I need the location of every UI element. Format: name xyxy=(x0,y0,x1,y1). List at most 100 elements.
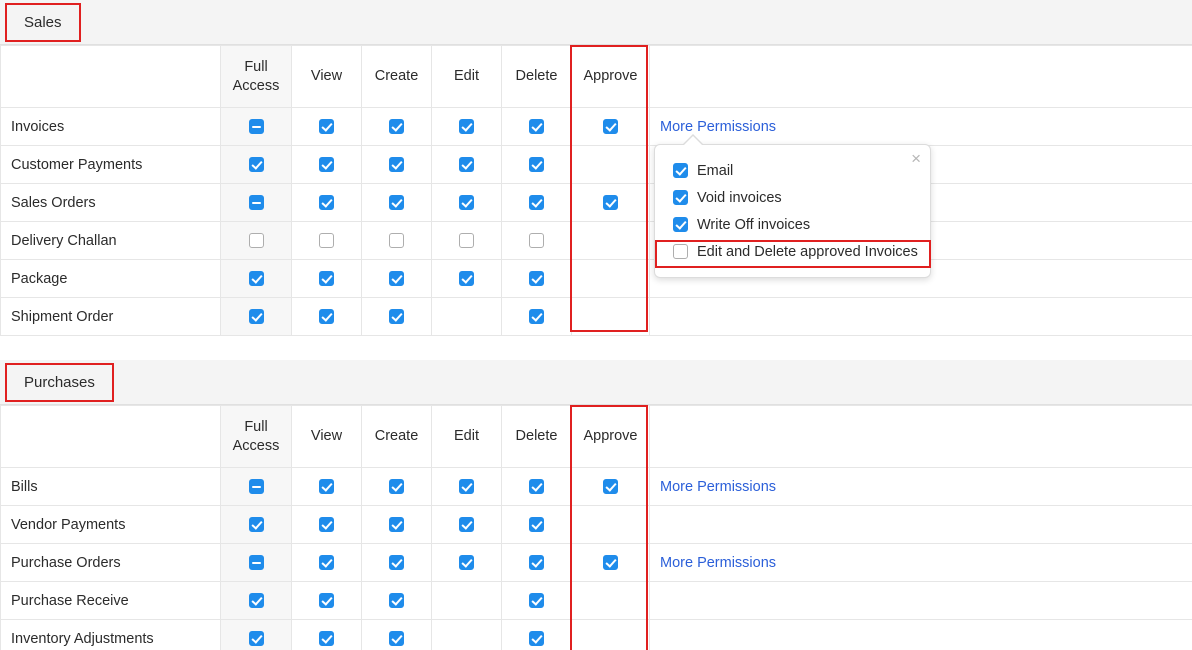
sales-cell-create[interactable] xyxy=(362,146,432,184)
purchases-checkbox-edit[interactable] xyxy=(459,555,474,570)
sales-checkbox-view[interactable] xyxy=(319,119,334,134)
sales-cell-delete[interactable] xyxy=(502,298,572,336)
sales-cell-view[interactable] xyxy=(292,222,362,260)
sales-cell-edit[interactable] xyxy=(432,108,502,146)
purchases-cell-delete[interactable] xyxy=(502,468,572,506)
purchases-cell-delete[interactable] xyxy=(502,620,572,650)
purchases-checkbox-delete[interactable] xyxy=(529,631,544,646)
more-permissions-link[interactable]: More Permissions xyxy=(660,119,776,135)
sales-cell-create[interactable] xyxy=(362,298,432,336)
sales-checkbox-delete[interactable] xyxy=(529,309,544,324)
sales-checkbox-delete[interactable] xyxy=(529,271,544,286)
sales-checkbox-create[interactable] xyxy=(389,233,404,248)
purchases-checkbox-create[interactable] xyxy=(389,479,404,494)
sales-checkbox-create[interactable] xyxy=(389,271,404,286)
popover-checkbox[interactable] xyxy=(673,217,688,232)
purchases-cell-full-access[interactable] xyxy=(221,544,292,582)
purchases-checkbox-full-access[interactable] xyxy=(249,517,264,532)
sales-checkbox-full-access[interactable] xyxy=(249,195,264,210)
sales-cell-approve[interactable] xyxy=(572,184,650,222)
sales-cell-full-access[interactable] xyxy=(221,146,292,184)
purchases-cell-approve[interactable] xyxy=(572,582,650,620)
sales-checkbox-edit[interactable] xyxy=(459,271,474,286)
popover-item[interactable]: Void invoices xyxy=(655,184,930,211)
close-icon[interactable]: × xyxy=(911,150,921,167)
sales-cell-view[interactable] xyxy=(292,108,362,146)
sales-checkbox-create[interactable] xyxy=(389,309,404,324)
sales-cell-view[interactable] xyxy=(292,260,362,298)
sales-checkbox-approve[interactable] xyxy=(603,119,618,134)
sales-cell-delete[interactable] xyxy=(502,260,572,298)
purchases-checkbox-view[interactable] xyxy=(319,631,334,646)
tab-sales[interactable]: Sales xyxy=(5,3,81,42)
sales-cell-approve[interactable] xyxy=(572,298,650,336)
popover-item[interactable]: Email xyxy=(655,157,930,184)
purchases-checkbox-view[interactable] xyxy=(319,593,334,608)
sales-cell-edit[interactable] xyxy=(432,184,502,222)
popover-checkbox[interactable] xyxy=(673,244,688,259)
sales-cell-delete[interactable] xyxy=(502,222,572,260)
purchases-cell-approve[interactable] xyxy=(572,468,650,506)
sales-checkbox-view[interactable] xyxy=(319,195,334,210)
sales-cell-view[interactable] xyxy=(292,298,362,336)
purchases-cell-create[interactable] xyxy=(362,620,432,650)
sales-cell-create[interactable] xyxy=(362,184,432,222)
sales-checkbox-edit[interactable] xyxy=(459,195,474,210)
purchases-cell-edit[interactable] xyxy=(432,620,502,650)
purchases-cell-full-access[interactable] xyxy=(221,506,292,544)
purchases-checkbox-create[interactable] xyxy=(389,555,404,570)
sales-cell-approve[interactable] xyxy=(572,146,650,184)
sales-cell-create[interactable] xyxy=(362,108,432,146)
sales-checkbox-full-access[interactable] xyxy=(249,309,264,324)
purchases-checkbox-view[interactable] xyxy=(319,517,334,532)
purchases-cell-view[interactable] xyxy=(292,544,362,582)
purchases-checkbox-full-access[interactable] xyxy=(249,631,264,646)
purchases-cell-view[interactable] xyxy=(292,468,362,506)
sales-checkbox-create[interactable] xyxy=(389,157,404,172)
purchases-cell-approve[interactable] xyxy=(572,620,650,650)
sales-checkbox-approve[interactable] xyxy=(603,195,618,210)
purchases-cell-approve[interactable] xyxy=(572,506,650,544)
sales-checkbox-view[interactable] xyxy=(319,233,334,248)
sales-cell-approve[interactable] xyxy=(572,260,650,298)
sales-checkbox-create[interactable] xyxy=(389,119,404,134)
more-permissions-link[interactable]: More Permissions xyxy=(660,555,776,571)
sales-checkbox-full-access[interactable] xyxy=(249,233,264,248)
sales-checkbox-delete[interactable] xyxy=(529,157,544,172)
purchases-cell-delete[interactable] xyxy=(502,544,572,582)
sales-cell-full-access[interactable] xyxy=(221,184,292,222)
purchases-checkbox-create[interactable] xyxy=(389,517,404,532)
sales-cell-create[interactable] xyxy=(362,260,432,298)
purchases-cell-edit[interactable] xyxy=(432,582,502,620)
purchases-checkbox-full-access[interactable] xyxy=(249,479,264,494)
purchases-cell-full-access[interactable] xyxy=(221,582,292,620)
purchases-checkbox-delete[interactable] xyxy=(529,479,544,494)
purchases-cell-delete[interactable] xyxy=(502,582,572,620)
sales-cell-edit[interactable] xyxy=(432,222,502,260)
sales-cell-edit[interactable] xyxy=(432,298,502,336)
sales-checkbox-edit[interactable] xyxy=(459,119,474,134)
sales-cell-full-access[interactable] xyxy=(221,298,292,336)
sales-cell-full-access[interactable] xyxy=(221,260,292,298)
popover-item[interactable]: Edit and Delete approved Invoices xyxy=(655,238,930,265)
popover-checkbox[interactable] xyxy=(673,190,688,205)
sales-cell-edit[interactable] xyxy=(432,260,502,298)
purchases-checkbox-create[interactable] xyxy=(389,593,404,608)
sales-checkbox-delete[interactable] xyxy=(529,195,544,210)
sales-checkbox-view[interactable] xyxy=(319,271,334,286)
purchases-checkbox-create[interactable] xyxy=(389,631,404,646)
popover-checkbox[interactable] xyxy=(673,163,688,178)
purchases-checkbox-approve[interactable] xyxy=(603,555,618,570)
sales-cell-view[interactable] xyxy=(292,146,362,184)
sales-cell-approve[interactable] xyxy=(572,222,650,260)
purchases-cell-edit[interactable] xyxy=(432,544,502,582)
purchases-checkbox-view[interactable] xyxy=(319,479,334,494)
purchases-cell-view[interactable] xyxy=(292,582,362,620)
sales-cell-delete[interactable] xyxy=(502,108,572,146)
purchases-cell-create[interactable] xyxy=(362,468,432,506)
purchases-cell-create[interactable] xyxy=(362,582,432,620)
sales-cell-approve[interactable] xyxy=(572,108,650,146)
sales-cell-view[interactable] xyxy=(292,184,362,222)
purchases-cell-approve[interactable] xyxy=(572,544,650,582)
tab-purchases[interactable]: Purchases xyxy=(5,363,114,402)
